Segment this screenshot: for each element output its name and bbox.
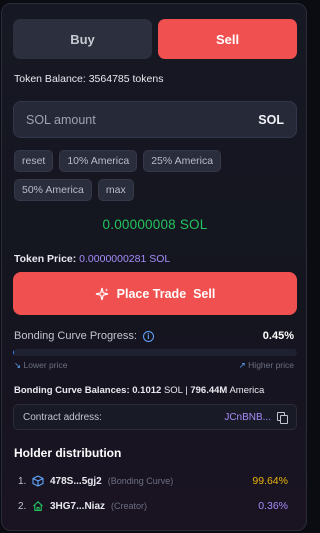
preset-10[interactable]: 10% America <box>59 150 138 172</box>
preset-chips: reset 10% America 25% America 50% Americ… <box>14 150 298 201</box>
place-trade-label: Place Trade Sell <box>116 286 216 301</box>
bonding-progress-fill <box>13 349 15 356</box>
balances-sol: 0.1012 <box>132 385 162 396</box>
trade-panel: Buy Sell Token Balance: 3564785 tokens S… <box>1 3 307 531</box>
place-trade-button[interactable]: Place Trade Sell <box>13 272 297 315</box>
preset-max[interactable]: max <box>97 179 134 201</box>
contract-value[interactable]: JCnBNB... <box>224 412 271 423</box>
trend-down-icon: ↘ <box>14 360 22 370</box>
buy-tab[interactable]: Buy <box>13 19 152 59</box>
bonding-curve-text: Bonding Curve Progress: <box>14 330 137 342</box>
copy-icon[interactable] <box>277 412 288 424</box>
holder-row: 1. 478S...5gj2 (Bonding Curve) 99.64% <box>18 475 288 487</box>
amount-field[interactable]: SOL <box>13 101 297 138</box>
preset-25[interactable]: 25% America <box>143 150 222 172</box>
balances-sol-unit: SOL | <box>163 385 188 396</box>
bonding-curve-percent: 0.45% <box>262 330 294 342</box>
balances-tokens: 796.44M <box>190 385 228 396</box>
trend-up-icon: ↗ <box>238 360 246 370</box>
token-balance: Token Balance: 3564785 tokens <box>14 73 164 85</box>
amount-unit: SOL <box>258 112 284 127</box>
bonding-progress-bar <box>13 349 297 356</box>
contract-label: Contract address: <box>23 411 102 423</box>
holder-percent: 0.36% <box>258 500 288 512</box>
estimate-value: 0.00000008 SOL <box>102 217 208 232</box>
token-price: Token Price: 0.0000000281 SOL <box>14 253 170 265</box>
holder-distribution-title: Holder distribution <box>14 446 122 460</box>
token-price-value: 0.0000000281 SOL <box>79 253 171 265</box>
sparkle-icon <box>95 287 108 300</box>
holder-percent: 99.64% <box>252 475 288 487</box>
sol-amount-input[interactable] <box>26 112 259 127</box>
balances-label: Bonding Curve Balances: <box>14 385 130 396</box>
holder-rank: 2. <box>18 500 27 512</box>
higher-price: ↗ Higher price <box>239 360 294 371</box>
balances-token-name: America <box>229 385 265 396</box>
contract-address: Contract address: JCnBNB... <box>13 404 297 430</box>
token-price-label: Token Price: <box>14 253 77 265</box>
info-icon[interactable]: i <box>142 330 154 342</box>
cube-icon <box>32 475 44 487</box>
lower-price-label: Lower price <box>23 360 68 370</box>
higher-price-label: Higher price <box>248 360 294 370</box>
holder-address[interactable]: 3HG7...Niaz <box>50 501 105 512</box>
trade-tabs: Buy Sell <box>13 19 297 59</box>
holder-row: 2. 3HG7...Niaz (Creator) 0.36% <box>18 500 288 512</box>
preset-reset[interactable]: reset <box>14 150 54 172</box>
bonding-curve-balances: Bonding Curve Balances: 0.1012 SOL | 796… <box>14 385 264 396</box>
holder-rank: 1. <box>18 475 27 487</box>
preset-50[interactable]: 50% America <box>14 179 92 201</box>
holder-tag: (Bonding Curve) <box>107 476 174 486</box>
holder-tag: (Creator) <box>111 501 148 511</box>
home-icon <box>33 501 43 512</box>
lower-price: ↘ Lower price <box>14 360 67 371</box>
sell-tab[interactable]: Sell <box>158 19 297 59</box>
bonding-curve-label: Bonding Curve Progress: i <box>14 330 154 342</box>
holder-address[interactable]: 478S...5gj2 <box>50 476 102 487</box>
